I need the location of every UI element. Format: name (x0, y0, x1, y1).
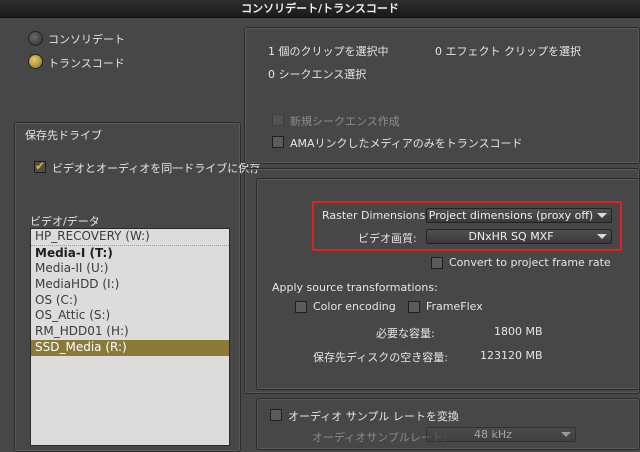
window-title: コンソリデート/トランスコード (0, 0, 640, 18)
drive-item-media-i[interactable]: Media-I (T:) (31, 246, 229, 262)
new-sequence-checkbox[interactable] (272, 114, 284, 126)
ama-only-label: AMAリンクしたメディアのみをトランスコード (290, 137, 523, 150)
consolidate-radio[interactable] (28, 31, 43, 46)
target-drive-title: 保存先ドライブ (25, 129, 102, 142)
transcode-radio[interactable] (28, 54, 43, 69)
drive-item-os[interactable]: OS (C:) (31, 293, 229, 309)
transcode-label: トランスコード (48, 57, 125, 70)
same-drive-checkbox[interactable] (34, 159, 46, 173)
convert-sample-rate-checkbox[interactable] (270, 409, 282, 421)
video-quality-value: DNxHR SQ MXF (468, 230, 554, 243)
chevron-down-icon (597, 213, 607, 218)
convert-frame-rate-checkbox[interactable] (431, 257, 443, 269)
clips-selected-text: 1 個のクリップを選択中 (268, 45, 389, 58)
convert-sample-rate-label: オーディオ サンプル レートを変換 (288, 410, 459, 423)
frameflex-label: FrameFlex (426, 300, 483, 313)
required-space-value: 1800 MB (494, 325, 543, 338)
raster-dimensions-label: Raster Dimensions: (322, 209, 429, 222)
frameflex-checkbox[interactable] (408, 301, 420, 313)
raster-dimensions-value: Project dimensions (proxy off) (428, 209, 594, 222)
drive-item-ssd-media[interactable]: SSD_Media (R:) (31, 339, 229, 356)
raster-dimensions-dropdown[interactable]: Project dimensions (proxy off) (426, 208, 612, 223)
drive-list[interactable]: HP_RECOVERY (W:) Media-I (T:) Media-II (… (30, 228, 230, 446)
apply-source-label: Apply source transformations: (272, 281, 438, 294)
video-quality-dropdown[interactable]: DNxHR SQ MXF (426, 229, 612, 244)
video-quality-label: ビデオ画質: (358, 232, 417, 245)
sequences-selected-text: 0 シークエンス選択 (268, 68, 367, 81)
same-drive-label: ビデオとオーディオを同一ドライブに保存 (52, 162, 261, 175)
effect-clips-text: 0 エフェクト クリップを選択 (435, 45, 581, 58)
drive-item-rm-hdd01[interactable]: RM_HDD01 (H:) (31, 324, 229, 340)
drive-item-media-ii[interactable]: Media-II (U:) (31, 261, 229, 277)
chevron-down-icon (597, 234, 607, 239)
drive-item-hp-recovery[interactable]: HP_RECOVERY (W:) (31, 229, 229, 246)
color-encoding-label: Color encoding (313, 300, 396, 313)
required-space-label: 必要な容量: (376, 327, 435, 340)
ama-only-checkbox[interactable] (272, 136, 284, 148)
video-data-label: ビデオ/データ (30, 215, 100, 228)
convert-frame-rate-label: Convert to project frame rate (449, 256, 611, 269)
consolidate-label: コンソリデート (48, 33, 125, 46)
drive-item-os-attic[interactable]: OS_Attic (S:) (31, 308, 229, 324)
new-sequence-label: 新規シークエンス作成 (290, 115, 400, 128)
color-encoding-checkbox[interactable] (295, 301, 307, 313)
chevron-down-icon (561, 432, 571, 437)
sample-rate-dropdown[interactable]: 48 kHz (426, 427, 576, 442)
free-space-value: 123120 MB (480, 349, 543, 362)
free-space-label: 保存先ディスクの空き容量: (313, 351, 448, 364)
sample-rate-value: 48 kHz (474, 428, 512, 441)
drive-item-mediahdd[interactable]: MediaHDD (I:) (31, 277, 229, 293)
